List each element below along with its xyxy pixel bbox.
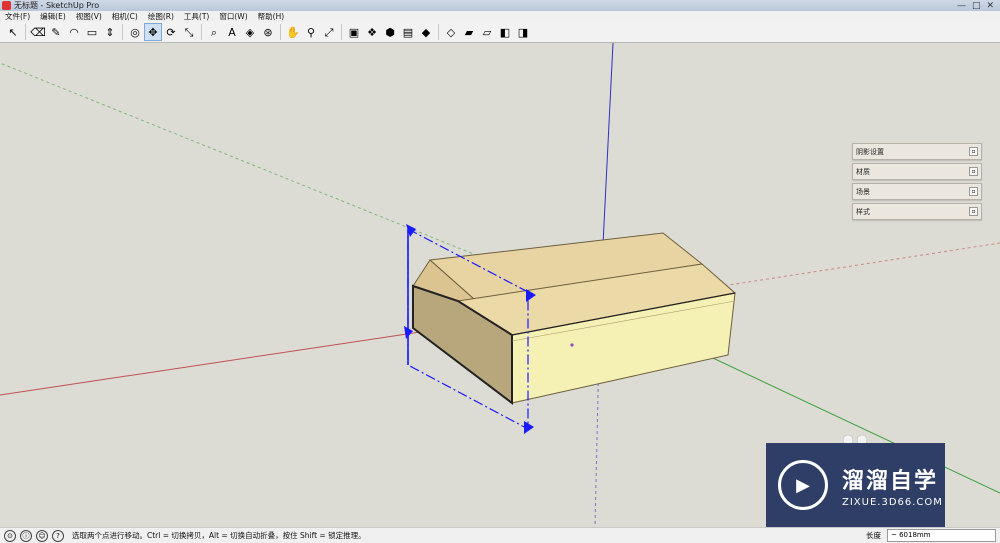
component-icon[interactable]: ⬢: [382, 24, 398, 40]
layout-icon[interactable]: ▤: [400, 24, 416, 40]
back-view-icon[interactable]: ◧: [497, 24, 513, 40]
eraser-tool-icon[interactable]: ⌫: [30, 24, 46, 40]
measurements-box[interactable]: ~ 6018mm: [887, 529, 996, 542]
extension-warehouse-icon[interactable]: ❖: [364, 24, 380, 40]
tray-panel[interactable]: 场景 ▫: [852, 183, 982, 200]
panel-expand-icon[interactable]: ▫: [969, 187, 978, 196]
minimize-button[interactable]: —: [957, 1, 966, 11]
status-bar: ⊙ ⓘ ☺ ? 选取两个点进行移动。Ctrl = 切换拷贝，Alt = 切换自动…: [0, 527, 1000, 543]
watermark-text: 溜溜自学 ZIXUE.3D66.COM: [842, 463, 943, 508]
measurements-label: 长度: [866, 531, 881, 540]
scale-tool-icon[interactable]: ⤡: [181, 24, 197, 40]
pushpull-tool-icon[interactable]: ⇕: [102, 24, 118, 40]
select-tool-icon[interactable]: ↖: [5, 24, 21, 40]
menu-item[interactable]: 帮助(H): [253, 11, 290, 22]
menu-item[interactable]: 视图(V): [71, 11, 107, 22]
credits-icon[interactable]: ⓘ: [20, 529, 32, 542]
watermark-url: ZIXUE.3D66.COM: [842, 496, 943, 508]
watermark-logo: ▶ 溜溜自学 ZIXUE.3D66.COM: [766, 443, 945, 527]
status-hint: 选取两个点进行移动。Ctrl = 切换拷贝，Alt = 切换自动折叠，按住 Sh…: [72, 531, 366, 540]
panel-expand-icon[interactable]: ▫: [969, 167, 978, 176]
menu-item[interactable]: 绘图(R): [143, 11, 179, 22]
arc-tool-icon[interactable]: ◠: [66, 24, 82, 40]
toolbar-separator: [122, 24, 123, 40]
main-toolbar: ↖ ⌫ ✎ ◠ ▭ ⇕ ◎ ✥ ⟳ ⤡ ⌕ A ◈ ⊛ ✋ ⚲ ⤢ ▣ ❖ ⬢ ▤ ◆ ◇ ▰ ▱ ◧ ◨: [0, 22, 1000, 43]
menu-item[interactable]: 相机(C): [107, 11, 143, 22]
top-view-icon[interactable]: ◇: [443, 24, 459, 40]
warehouse-icon[interactable]: ▣: [346, 24, 362, 40]
panel-expand-icon[interactable]: ▫: [969, 207, 978, 216]
panel-expand-icon[interactable]: ▫: [969, 147, 978, 156]
sketchup-app-icon: [2, 1, 11, 10]
toolbar-separator: [201, 24, 202, 40]
tape-measure-tool-icon[interactable]: ⌕: [206, 24, 222, 40]
toolbar-separator: [341, 24, 342, 40]
move-tool-icon[interactable]: ✥: [144, 23, 162, 41]
zoom-tool-icon[interactable]: ⚲: [303, 24, 319, 40]
menu-item[interactable]: 窗口(W): [214, 11, 252, 22]
tray-panel-title: 材质: [856, 167, 870, 176]
watermark-brand: 溜溜自学: [842, 468, 939, 494]
paint-bucket-tool-icon[interactable]: ◈: [242, 24, 258, 40]
user-account-icon[interactable]: ☺: [36, 529, 48, 542]
tray-panel[interactable]: 阴影设置 ▫: [852, 143, 982, 160]
window-controls: — □ ✕: [957, 1, 1000, 11]
tray-panel-title: 场景: [856, 187, 870, 196]
text-tool-icon[interactable]: A: [224, 24, 240, 40]
tray-panel-title: 阴影设置: [856, 147, 884, 156]
title-bar: 无标题 - SketchUp Pro — □ ✕: [0, 0, 1000, 11]
zoom-extents-tool-icon[interactable]: ⤢: [321, 24, 337, 40]
tray-panel-title: 样式: [856, 207, 870, 216]
toolbar-separator: [438, 24, 439, 40]
default-tray: 阴影设置 ▫ 材质 ▫ 场景 ▫ 样式 ▫: [852, 143, 982, 223]
left-view-icon[interactable]: ◨: [515, 24, 531, 40]
front-view-icon[interactable]: ▰: [461, 24, 477, 40]
pan-tool-icon[interactable]: ✋: [285, 24, 301, 40]
geo-location-icon[interactable]: ⊙: [4, 529, 16, 542]
tray-panel[interactable]: 样式 ▫: [852, 203, 982, 220]
line-tool-icon[interactable]: ✎: [48, 24, 64, 40]
play-icon: ▶: [778, 460, 828, 510]
rotate-tool-icon[interactable]: ⟳: [163, 24, 179, 40]
menu-item[interactable]: 工具(T): [179, 11, 214, 22]
toolbar-separator: [280, 24, 281, 40]
orbit-tool-icon[interactable]: ⊛: [260, 24, 276, 40]
center-point-marker: [570, 343, 574, 347]
menu-item[interactable]: 文件(F): [0, 11, 35, 22]
close-button[interactable]: ✕: [986, 1, 994, 11]
toolbar-separator: [25, 24, 26, 40]
right-view-icon[interactable]: ▱: [479, 24, 495, 40]
rectangle-tool-icon[interactable]: ▭: [84, 24, 100, 40]
maximize-button[interactable]: □: [972, 1, 981, 11]
menu-item[interactable]: 编辑(E): [35, 11, 71, 22]
grip-bottom-right[interactable]: [524, 421, 534, 434]
tray-panel[interactable]: 材质 ▫: [852, 163, 982, 180]
iso-view-icon[interactable]: ◆: [418, 24, 434, 40]
window-title: 无标题 - SketchUp Pro: [14, 1, 100, 10]
help-icon[interactable]: ?: [52, 529, 64, 542]
offset-tool-icon[interactable]: ◎: [127, 24, 143, 40]
